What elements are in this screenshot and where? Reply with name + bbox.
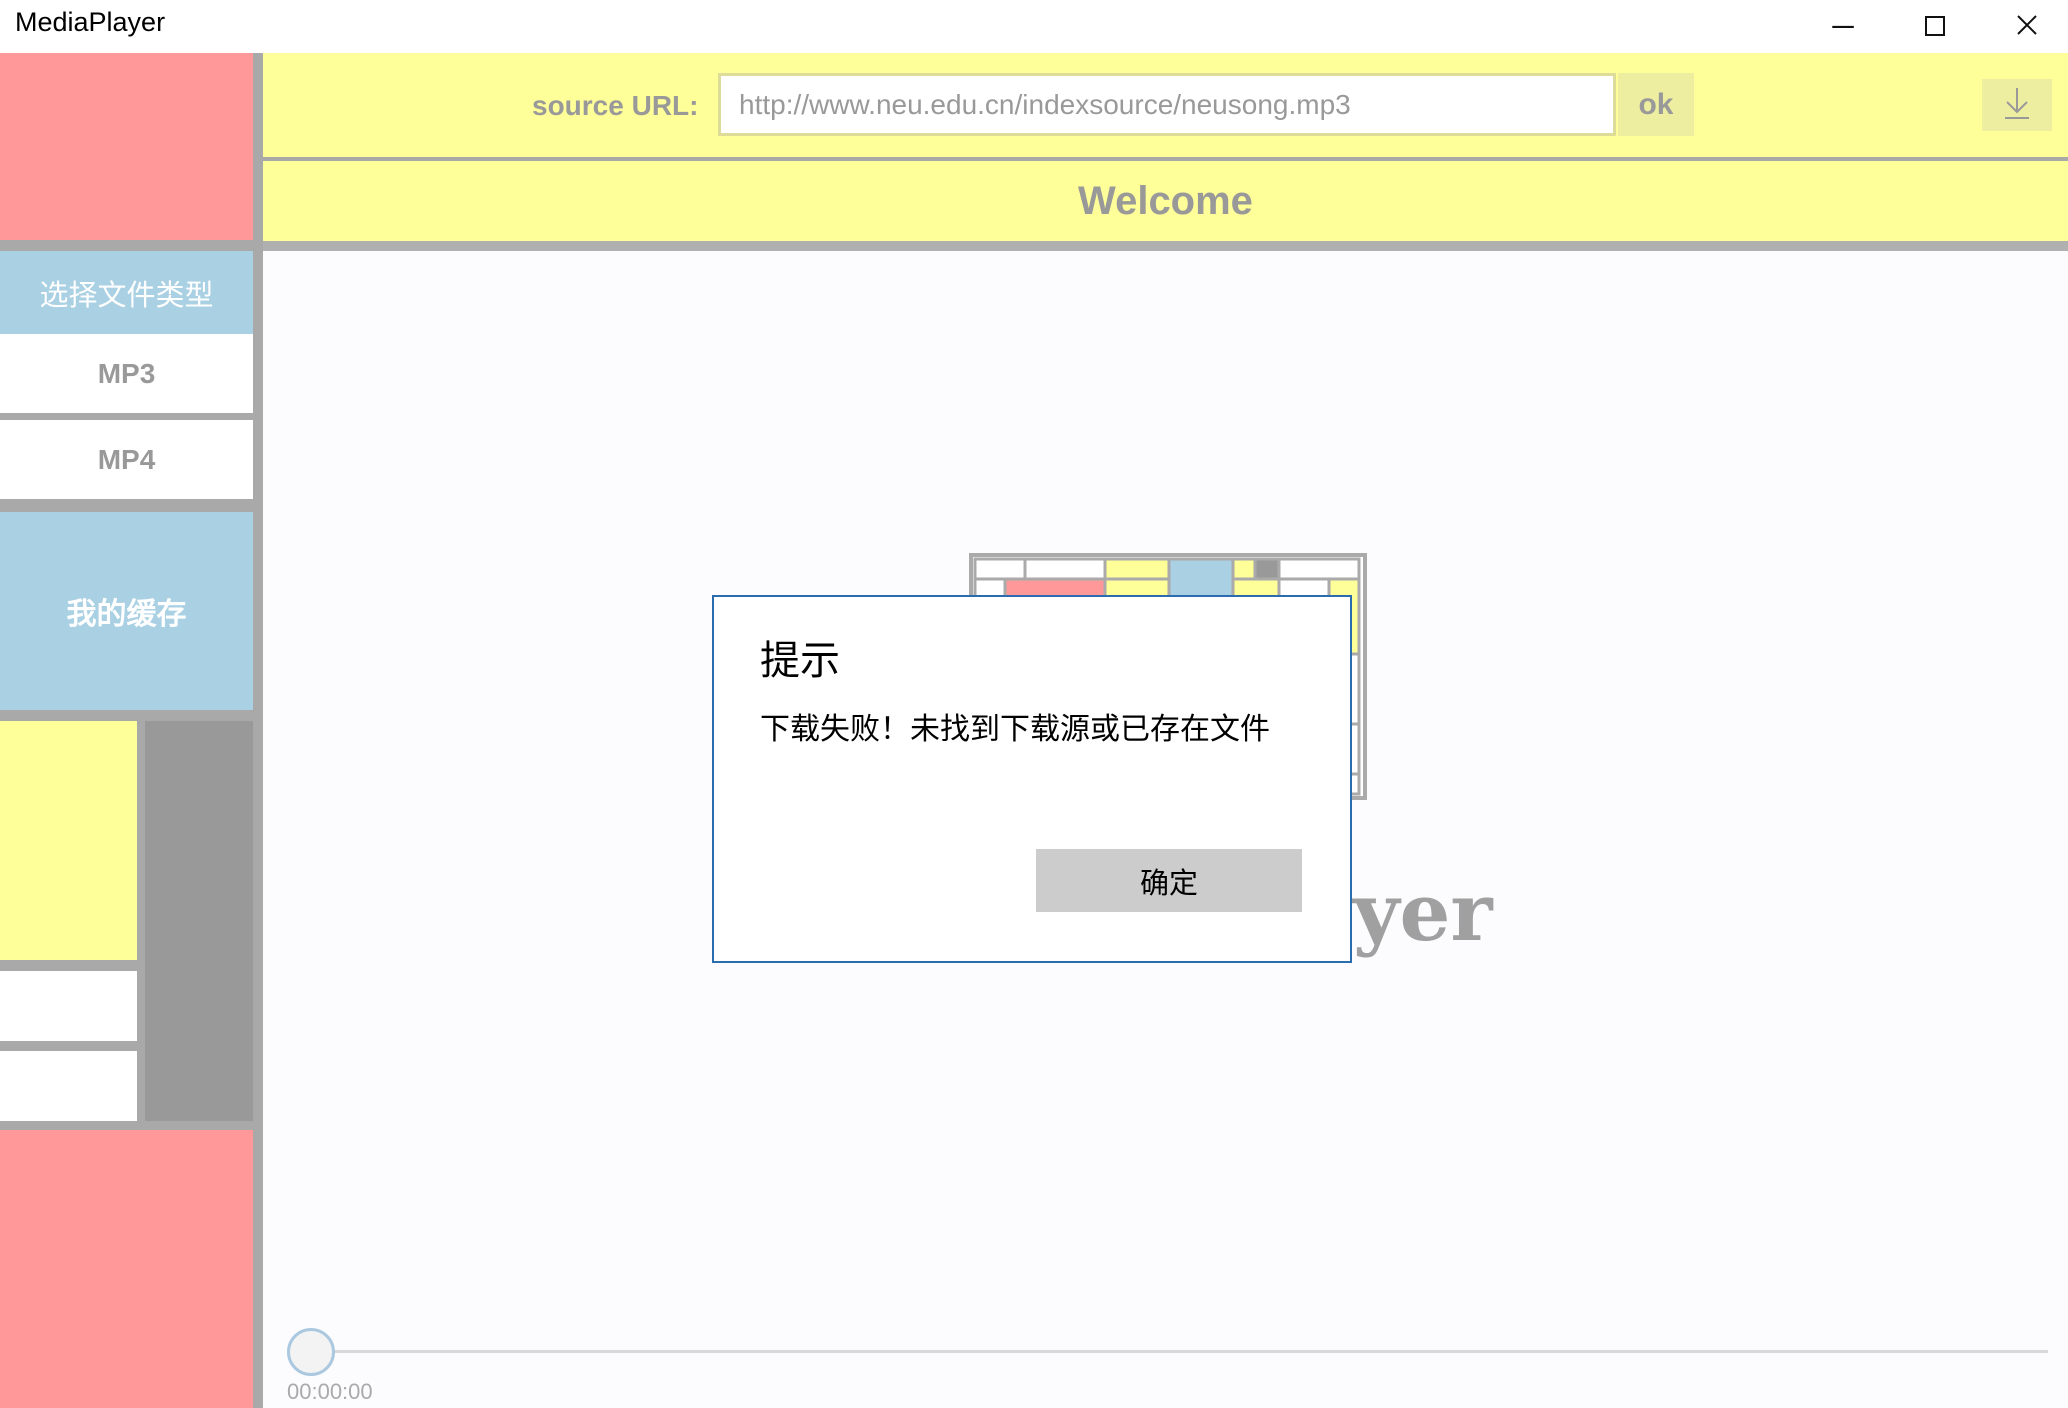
close-icon [2016, 10, 2038, 44]
sidebar-gray-block [145, 721, 253, 1121]
source-url-input[interactable] [718, 73, 1616, 136]
welcome-title: Welcome [1078, 178, 1253, 223]
sidebar-yellow-block [0, 721, 137, 960]
maximize-button[interactable] [1890, 0, 1980, 53]
minimize-button[interactable]: ─ [1798, 0, 1888, 53]
close-button[interactable] [1982, 0, 2068, 53]
sidebar-bottom-block [0, 1130, 253, 1408]
progress-slider-track[interactable] [310, 1350, 2048, 1353]
file-type-header: 选择文件类型 [0, 251, 253, 334]
sidebar-white-block-1 [0, 971, 137, 1041]
progress-slider-thumb[interactable] [287, 1328, 335, 1376]
sidebar-white-block-2 [0, 1051, 137, 1121]
dialog-title: 提示 [760, 639, 840, 683]
download-button[interactable] [1982, 79, 2052, 131]
logo-text: yer [1353, 865, 1493, 959]
sidebar-item-mp4[interactable]: MP4 [0, 420, 253, 499]
header-divider [263, 241, 2068, 251]
dialog-message: 下载失败！未找到下载源或已存在文件 [760, 713, 1270, 746]
window-title: MediaPlayer [15, 7, 166, 37]
minimize-icon: ─ [1832, 9, 1854, 43]
time-readout: 00:00:00 [287, 1379, 373, 1404]
download-icon [2004, 86, 2030, 125]
source-url-label: source URL: [532, 90, 699, 121]
confirm-button[interactable]: 确定 [1036, 849, 1302, 912]
sidebar-top-block [0, 53, 253, 240]
maximize-icon [1925, 10, 1945, 44]
ok-button[interactable]: ok [1618, 73, 1694, 136]
title-bar [0, 0, 2068, 53]
my-cache-button[interactable]: 我的缓存 [0, 512, 253, 710]
sidebar-item-mp3[interactable]: MP3 [0, 334, 253, 413]
